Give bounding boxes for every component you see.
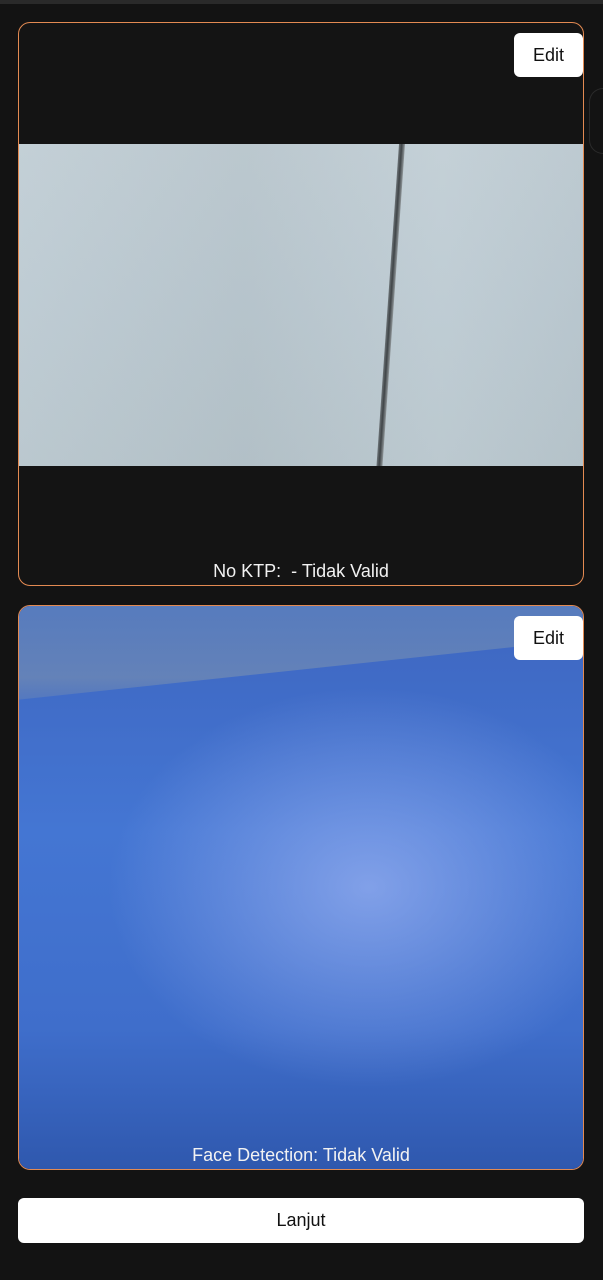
- ktp-status-caption: No KTP: - Tidak Valid: [213, 561, 389, 581]
- face-edit-button[interactable]: Edit: [514, 616, 583, 660]
- face-status-caption: Face Detection: Tidak Valid: [192, 1145, 410, 1165]
- photo-seam-line: [376, 144, 405, 466]
- face-capture-card: Edit Face Detection: Tidak Valid: [18, 605, 584, 1170]
- ktp-edit-button[interactable]: Edit: [514, 33, 583, 77]
- face-photo-preview: [19, 606, 583, 1169]
- ktp-photo-preview: [19, 144, 583, 466]
- status-bar-strip: [0, 0, 603, 4]
- scroll-edge-indicator: [589, 88, 603, 154]
- ktp-capture-card: Edit No KTP: - Tidak Valid: [18, 22, 584, 586]
- photo-wall-area: [19, 606, 583, 700]
- continue-button[interactable]: Lanjut: [18, 1198, 584, 1243]
